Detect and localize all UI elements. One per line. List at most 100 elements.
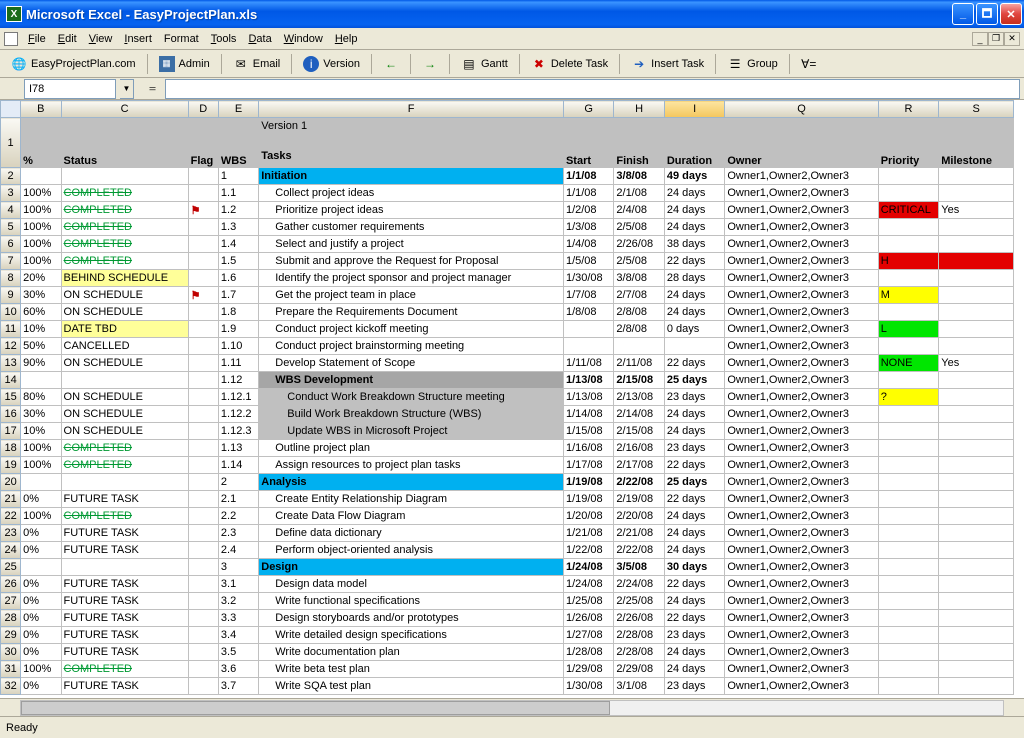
cell-wbs[interactable]: 1.9 [218,321,258,338]
cell-duration[interactable]: 22 days [664,610,725,627]
cell-task[interactable]: Assign resources to project plan tasks [259,457,564,474]
cell-start[interactable]: 1/21/08 [563,525,613,542]
cell-percent[interactable]: 10% [21,321,61,338]
cell-owner[interactable]: Owner1,Owner2,Owner3 [725,627,878,644]
cell-flag[interactable] [188,236,218,253]
cell-priority[interactable] [878,440,939,457]
row-header[interactable]: 24 [1,542,21,559]
cell-finish[interactable]: 2/25/08 [614,593,664,610]
row-header[interactable]: 25 [1,559,21,576]
row-header[interactable]: 13 [1,355,21,372]
cell-percent[interactable] [21,559,61,576]
cell-duration[interactable]: 24 days [664,593,725,610]
cell-wbs[interactable]: 1.8 [218,304,258,321]
cell-finish[interactable]: 2/24/08 [614,576,664,593]
table-row[interactable]: 29 0% FUTURE TASK 3.4 Write detailed des… [1,627,1014,644]
cell-finish[interactable]: 2/5/08 [614,253,664,270]
cell-priority[interactable] [878,491,939,508]
cell-priority[interactable] [878,678,939,695]
cell-priority[interactable] [878,372,939,389]
select-all-corner[interactable] [1,101,21,118]
cell-status[interactable]: FUTURE TASK [61,542,188,559]
cell-task[interactable]: Write SQA test plan [259,678,564,695]
cell-task[interactable]: Prioritize project ideas [259,202,564,219]
cell-duration[interactable]: 23 days [664,389,725,406]
cell-status[interactable]: ON SCHEDULE [61,389,188,406]
cell-wbs[interactable]: 2 [218,474,258,491]
cell-duration[interactable]: 28 days [664,270,725,287]
cell-finish[interactable]: 2/13/08 [614,389,664,406]
cell-task[interactable]: Perform object-oriented analysis [259,542,564,559]
cell-wbs[interactable]: 1.4 [218,236,258,253]
row-header[interactable]: 22 [1,508,21,525]
cell-owner[interactable]: Owner1,Owner2,Owner3 [725,644,878,661]
cell-duration[interactable]: 25 days [664,474,725,491]
cell-percent[interactable]: 100% [21,661,61,678]
cell-status[interactable] [61,168,188,185]
table-row[interactable]: 20 2 Analysis 1/19/08 2/22/08 25 days Ow… [1,474,1014,491]
cell-owner[interactable]: Owner1,Owner2,Owner3 [725,593,878,610]
row-header[interactable]: 5 [1,219,21,236]
cell-duration[interactable]: 22 days [664,491,725,508]
cell-wbs[interactable]: 3 [218,559,258,576]
cell-start[interactable]: 1/13/08 [563,372,613,389]
cell-percent[interactable]: 10% [21,423,61,440]
cell-duration[interactable]: 24 days [664,406,725,423]
cell-flag[interactable] [188,338,218,355]
cell-wbs[interactable]: 1.13 [218,440,258,457]
table-row[interactable]: 30 0% FUTURE TASK 3.5 Write documentatio… [1,644,1014,661]
cell-flag[interactable] [188,542,218,559]
row-header[interactable]: 21 [1,491,21,508]
cell-duration[interactable]: 22 days [664,457,725,474]
cell-flag[interactable] [188,661,218,678]
cell-flag[interactable] [188,525,218,542]
cell-owner[interactable]: Owner1,Owner2,Owner3 [725,185,878,202]
cell-priority[interactable]: ? [878,389,939,406]
table-row[interactable]: 8 20% BEHIND SCHEDULE 1.6 Identify the p… [1,270,1014,287]
cell-task[interactable]: Build Work Breakdown Structure (WBS) [259,406,564,423]
cell-wbs[interactable]: 1.3 [218,219,258,236]
cell-owner[interactable]: Owner1,Owner2,Owner3 [725,525,878,542]
table-row[interactable]: 9 30% ON SCHEDULE ⚑ 1.7 Get the project … [1,287,1014,304]
col-header[interactable]: G [563,101,613,118]
cell-owner[interactable]: Owner1,Owner2,Owner3 [725,270,878,287]
cell-percent[interactable]: 100% [21,508,61,525]
cell-start[interactable]: 1/1/08 [563,185,613,202]
cell-owner[interactable]: Owner1,Owner2,Owner3 [725,661,878,678]
row-header[interactable]: 2 [1,168,21,185]
cell-milestone[interactable] [939,678,1014,695]
cell-task[interactable]: WBS Development [259,372,564,389]
cell-status[interactable]: ON SCHEDULE [61,355,188,372]
cell-priority[interactable] [878,593,939,610]
cell-status[interactable]: COMPLETED [61,457,188,474]
table-row[interactable]: 16 30% ON SCHEDULE 1.12.2 Build Work Bre… [1,406,1014,423]
cell-milestone[interactable] [939,406,1014,423]
cell-percent[interactable]: 0% [21,542,61,559]
cell-milestone[interactable] [939,559,1014,576]
col-header[interactable]: Q [725,101,878,118]
cell-flag[interactable] [188,304,218,321]
cell-percent[interactable]: 100% [21,440,61,457]
row-header[interactable]: 31 [1,661,21,678]
cell-priority[interactable] [878,644,939,661]
cell-owner[interactable]: Owner1,Owner2,Owner3 [725,474,878,491]
row-header[interactable]: 7 [1,253,21,270]
cell-start[interactable] [563,338,613,355]
cell-owner[interactable]: Owner1,Owner2,Owner3 [725,440,878,457]
col-header[interactable]: D [188,101,218,118]
cell-duration[interactable]: 25 days [664,372,725,389]
insert-task-button[interactable]: ➔Insert Task [624,53,711,75]
cell-wbs[interactable]: 1.2 [218,202,258,219]
cell-task[interactable]: Create Data Flow Diagram [259,508,564,525]
cell-finish[interactable]: 2/8/08 [614,304,664,321]
table-row[interactable]: 32 0% FUTURE TASK 3.7 Write SQA test pla… [1,678,1014,695]
cell-flag[interactable] [188,168,218,185]
cell-priority[interactable] [878,304,939,321]
cell-milestone[interactable] [939,168,1014,185]
cell-owner[interactable]: Owner1,Owner2,Owner3 [725,168,878,185]
menu-window[interactable]: Window [278,31,329,47]
minimize-button[interactable]: _ [952,3,974,25]
menu-file[interactable]: File [22,31,52,47]
cell-milestone[interactable] [939,389,1014,406]
cell-wbs[interactable]: 2.4 [218,542,258,559]
